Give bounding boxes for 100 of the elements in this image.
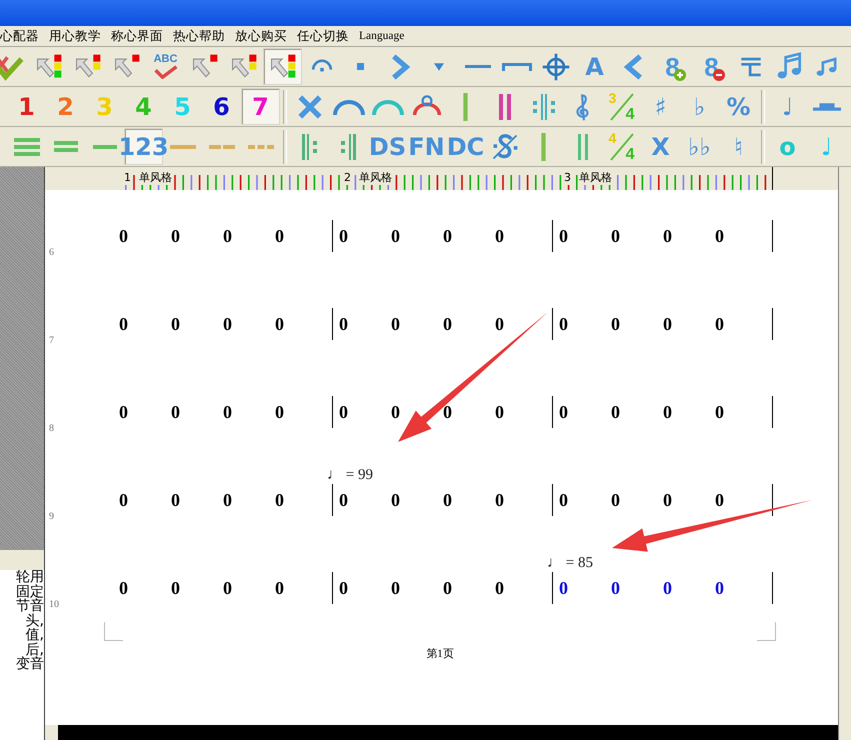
barline-icon	[541, 132, 546, 160]
note[interactable]: 0	[339, 490, 348, 510]
menu-item[interactable]: 称心界面	[111, 28, 163, 44]
note[interactable]: 0	[223, 226, 232, 246]
note[interactable]: 0	[611, 490, 620, 510]
note[interactable]: 0	[339, 314, 348, 334]
note[interactable]: 0	[275, 578, 284, 598]
barline	[332, 396, 333, 428]
slur-icon	[332, 98, 364, 114]
note[interactable]: 0	[559, 226, 568, 246]
triangle-down-icon	[434, 62, 444, 70]
note[interactable]: 0	[223, 578, 232, 598]
barline	[552, 484, 553, 516]
note[interactable]: 0	[171, 578, 180, 598]
note[interactable]: 0	[275, 402, 284, 422]
line-number: 8	[48, 422, 55, 436]
note[interactable]: 0	[443, 314, 452, 334]
note[interactable]: 0	[223, 314, 232, 334]
note[interactable]: 0	[339, 578, 348, 598]
note[interactable]: 0	[715, 314, 724, 334]
note[interactable]: 0	[663, 490, 672, 510]
menu-item[interactable]: 热心帮助	[173, 28, 225, 44]
note[interactable]: 0	[223, 490, 232, 510]
note[interactable]: 0	[171, 402, 180, 422]
note[interactable]: 0	[663, 402, 672, 422]
rest-icon	[812, 102, 840, 110]
page-number: 第1页	[425, 647, 455, 661]
note[interactable]: 0	[391, 490, 400, 510]
note[interactable]: 0	[119, 490, 128, 510]
note[interactable]: 0	[391, 402, 400, 422]
barline	[552, 308, 553, 340]
barline	[332, 220, 333, 252]
slur-icon	[372, 98, 404, 114]
line-number: 9	[48, 510, 55, 524]
menu-item[interactable]: 用心教学	[49, 28, 101, 44]
barline	[772, 220, 773, 252]
dash-icon	[170, 144, 196, 148]
note[interactable]: 0	[223, 402, 232, 422]
note[interactable]: 0	[443, 490, 452, 510]
toolbar-button[interactable]: 1	[7, 88, 46, 125]
note[interactable]: 0	[119, 314, 128, 334]
help-text: 值,	[26, 628, 44, 642]
note[interactable]: 0	[663, 578, 672, 598]
note[interactable]: 0	[715, 226, 724, 246]
toolbar-button[interactable]	[263, 48, 302, 85]
note[interactable]: 0	[663, 314, 672, 334]
menu-item[interactable]: 放心购买	[235, 28, 287, 44]
measure-style: 单风格	[138, 171, 173, 185]
menu-item[interactable]: 心配器	[0, 28, 39, 44]
measure-number: 2	[343, 171, 352, 185]
barline	[772, 572, 773, 604]
measure-number: 3	[563, 171, 572, 185]
note[interactable]: 0	[443, 578, 452, 598]
note[interactable]: 0	[275, 314, 284, 334]
note[interactable]: 0	[391, 226, 400, 246]
note[interactable]: 0	[119, 402, 128, 422]
note[interactable]: 0	[391, 314, 400, 334]
help-text: 固定	[16, 584, 44, 599]
note[interactable]: 0	[171, 490, 180, 510]
barline	[552, 396, 553, 428]
note[interactable]: 0	[275, 226, 284, 246]
note[interactable]: 0	[171, 226, 180, 246]
note[interactable]: 0	[611, 314, 620, 334]
barline	[772, 308, 773, 340]
note[interactable]: 0	[715, 402, 724, 422]
note[interactable]: 0	[119, 226, 128, 246]
note[interactable]: 0	[495, 226, 504, 246]
note[interactable]: 0	[715, 578, 724, 598]
barline	[552, 220, 553, 252]
note[interactable]: 0	[339, 402, 348, 422]
note[interactable]: 0	[443, 402, 452, 422]
measure-style: 单风格	[358, 171, 393, 185]
note[interactable]: 0	[443, 226, 452, 246]
note[interactable]: 0	[495, 578, 504, 598]
note[interactable]: 0	[559, 402, 568, 422]
note[interactable]: 0	[559, 314, 568, 334]
note[interactable]: 0	[663, 226, 672, 246]
crop-mark	[757, 622, 776, 641]
note[interactable]: 0	[559, 578, 568, 598]
dash-icon	[248, 144, 274, 148]
note[interactable]: 0	[275, 490, 284, 510]
menu-item[interactable]: Language	[359, 30, 404, 42]
note[interactable]: 0	[611, 226, 620, 246]
repeat-icon	[532, 92, 554, 120]
note[interactable]: 0	[611, 402, 620, 422]
help-text: 头,	[26, 614, 44, 628]
note[interactable]: 0	[715, 490, 724, 510]
note[interactable]: 0	[339, 226, 348, 246]
tempo-mark: ♩ = 85	[547, 555, 593, 572]
note[interactable]: 0	[495, 490, 504, 510]
barline	[332, 484, 333, 516]
menu-item[interactable]: 任心切换	[297, 28, 349, 44]
note[interactable]: 0	[559, 490, 568, 510]
note[interactable]: 0	[495, 402, 504, 422]
note[interactable]: 0	[611, 578, 620, 598]
toolbar-button[interactable]: 6	[202, 88, 241, 125]
note[interactable]: 0	[391, 578, 400, 598]
note[interactable]: 0	[495, 314, 504, 334]
note[interactable]: 0	[171, 314, 180, 334]
note[interactable]: 0	[119, 578, 128, 598]
